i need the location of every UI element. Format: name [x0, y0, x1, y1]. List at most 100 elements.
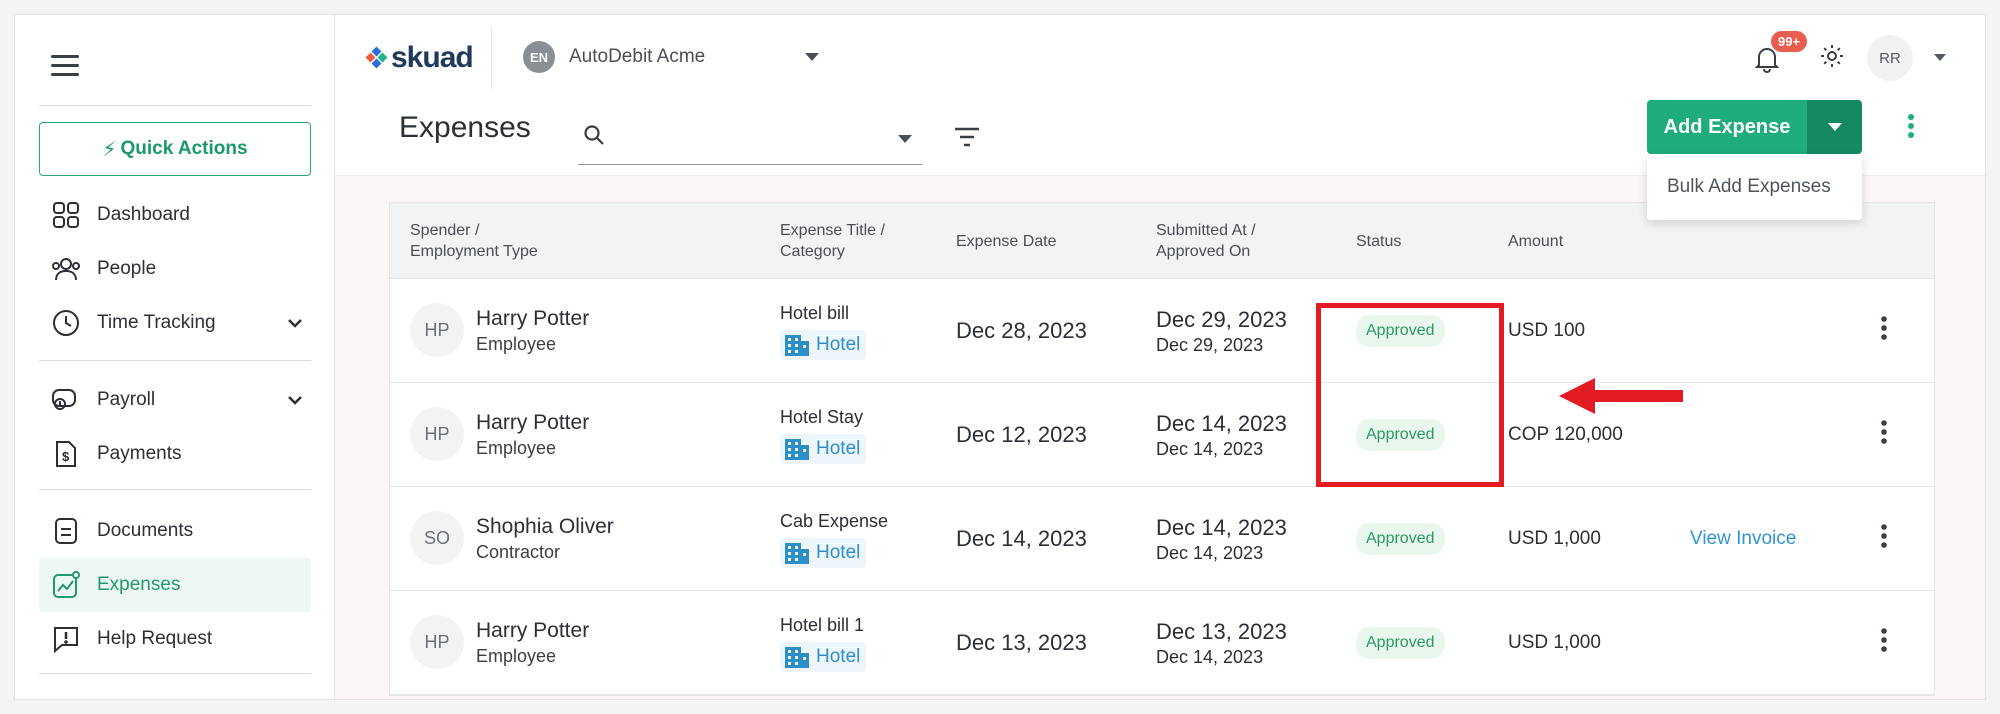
category-chip[interactable]: Hotel [780, 641, 867, 672]
people-icon [51, 254, 81, 284]
quick-actions-button[interactable]: ⚡ Quick Actions [39, 122, 311, 176]
submitted-cell: Dec 29, 2023 Dec 29, 2023 [1156, 279, 1287, 383]
row-more-options-icon[interactable] [1880, 523, 1888, 554]
sidebar-item-label: Expenses [97, 574, 181, 595]
sidebar-item-documents[interactable]: Documents [39, 504, 311, 558]
settings-button[interactable] [1819, 43, 1845, 74]
search-field[interactable] [578, 111, 922, 165]
column-header-amount[interactable]: Amount [1508, 203, 1563, 279]
building-icon [785, 438, 809, 460]
column-header-status[interactable]: Status [1356, 203, 1401, 279]
amount-cell: USD 1,000 [1508, 591, 1601, 695]
date-cell: Dec 28, 2023 [956, 279, 1087, 383]
quick-actions-label: Quick Actions [120, 138, 248, 159]
caret-down-icon[interactable] [1934, 54, 1946, 61]
sidebar-item-payroll[interactable]: Payroll [39, 373, 311, 427]
approved-on: Dec 14, 2023 [1156, 438, 1264, 459]
page-title: Expenses [399, 111, 531, 144]
spender-cell: Harry Potter Employee [476, 279, 589, 383]
category-label: Hotel [816, 541, 861, 563]
submitted-at: Dec 14, 2023 [1156, 410, 1287, 436]
chevron-down-icon[interactable] [285, 313, 305, 338]
clock-icon [51, 308, 81, 338]
column-header-date[interactable]: Expense Date [956, 203, 1057, 279]
sidebar-item-time-tracking[interactable]: Time Tracking [39, 296, 311, 350]
content-area: Spender / Employment Type Expense Title /… [335, 176, 1985, 699]
caret-down-icon [1827, 123, 1842, 131]
menu-icon[interactable] [51, 55, 79, 77]
skuad-logo[interactable]: skuad [365, 41, 474, 75]
title-cell: Cab Expense Hotel [780, 487, 888, 591]
row-more-options-icon[interactable] [1880, 315, 1888, 346]
title-cell: Hotel bill Hotel [780, 279, 867, 383]
status-badge: Approved [1356, 627, 1445, 659]
spender-name: Harry Potter [476, 411, 590, 434]
spender-name: Harry Potter [476, 619, 590, 642]
header-line: Approved On [1156, 243, 1251, 260]
sidebar-item-expenses[interactable]: Expenses [39, 558, 311, 612]
category-label: Hotel [816, 645, 861, 667]
logo-mark-icon [365, 46, 388, 69]
add-expense-dropdown[interactable] [1807, 100, 1862, 154]
amount: USD 1,000 [1508, 528, 1601, 549]
user-avatar[interactable]: RR [1867, 35, 1913, 81]
view-invoice-link[interactable]: View Invoice [1690, 528, 1796, 550]
sidebar-divider [39, 105, 311, 106]
column-header-submitted[interactable]: Submitted At / Approved On [1156, 203, 1256, 279]
sidebar-divider [39, 673, 311, 674]
employment-type: Employee [476, 334, 557, 354]
sidebar-item-label: Payments [97, 443, 182, 464]
help-icon [51, 624, 81, 654]
date-cell: Dec 13, 2023 [956, 591, 1087, 695]
approved-on: Dec 14, 2023 [1156, 542, 1264, 563]
status-badge: Approved [1356, 523, 1445, 555]
avatar: HP [410, 615, 464, 669]
column-header-spender[interactable]: Spender / Employment Type [410, 203, 538, 279]
expense-title: Cab Expense [780, 510, 889, 531]
expense-title: Hotel bill [780, 302, 850, 323]
lightning-icon: ⚡ [102, 138, 117, 161]
spender-cell: Harry Potter Employee [476, 591, 589, 695]
sidebar-item-label: People [97, 258, 157, 279]
amount: USD 100 [1508, 320, 1586, 341]
spender-cell: Harry Potter Employee [476, 383, 589, 487]
bulk-add-expenses-menu-item[interactable]: Bulk Add Expenses [1647, 154, 1862, 220]
expense-title: Hotel bill 1 [780, 614, 865, 635]
grid-icon [51, 200, 81, 230]
table-row[interactable]: HP Harry Potter Employee Hotel Stay Hote… [390, 383, 1934, 487]
table-row[interactable]: SO Shophia Oliver Contractor Cab Expense… [390, 487, 1934, 591]
notification-count-badge: 99+ [1771, 31, 1808, 52]
building-icon [785, 646, 809, 668]
sidebar-item-dashboard[interactable]: Dashboard [39, 188, 311, 242]
chevron-down-icon[interactable] [285, 390, 305, 415]
company-switcher[interactable]: EN AutoDebit Acme [523, 41, 819, 73]
category-chip[interactable]: Hotel [780, 433, 867, 464]
notification-button[interactable]: 99+ [1753, 31, 1808, 78]
row-more-options-icon[interactable] [1880, 627, 1888, 658]
expenses-table: Spender / Employment Type Expense Title /… [389, 202, 1935, 696]
sidebar-item-people[interactable]: People [39, 242, 311, 296]
add-expense-button[interactable]: Add Expense [1647, 100, 1807, 154]
sidebar-item-payments[interactable]: $ Payments [39, 427, 311, 481]
header-line: Category [780, 243, 845, 260]
caret-down-icon[interactable] [898, 135, 912, 143]
bell-icon [1753, 48, 1781, 77]
sidebar-item-label: Payroll [97, 389, 156, 410]
search-input[interactable] [618, 123, 868, 151]
expense-date: Dec 12, 2023 [956, 422, 1087, 447]
table-row[interactable]: HP Harry Potter Employee Hotel bill Hote… [390, 279, 1934, 383]
sidebar-item-help-request[interactable]: Help Request [39, 612, 311, 666]
row-more-options-icon[interactable] [1880, 419, 1888, 450]
header-line: Expense Title / [780, 222, 885, 239]
spender-name: Harry Potter [476, 307, 590, 330]
column-header-title[interactable]: Expense Title / Category [780, 203, 885, 279]
title-cell: Hotel Stay Hotel [780, 383, 867, 487]
employment-type: Employee [476, 438, 557, 458]
category-chip[interactable]: Hotel [780, 329, 867, 360]
table-row[interactable]: HP Harry Potter Employee Hotel bill 1 Ho… [390, 591, 1934, 695]
more-options-icon[interactable] [1907, 113, 1915, 144]
filter-icon[interactable] [953, 125, 981, 154]
sidebar-item-label: Help Request [97, 628, 213, 649]
amount-cell: USD 100 [1508, 279, 1585, 383]
category-chip[interactable]: Hotel [780, 537, 867, 568]
